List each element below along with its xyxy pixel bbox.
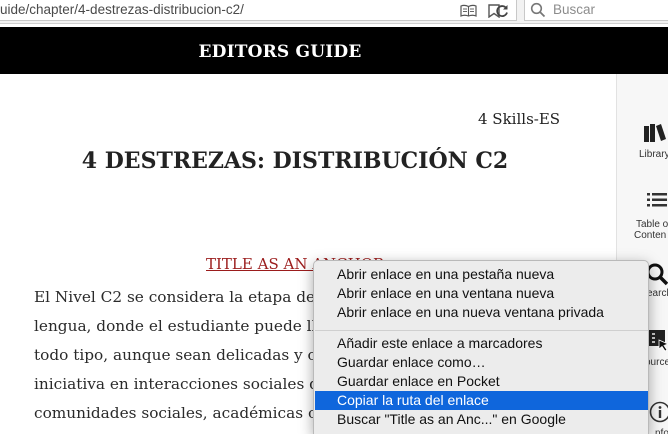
- sidebar-item-label: Library: [639, 149, 668, 160]
- search-bar[interactable]: Buscar: [524, 0, 668, 21]
- browser-toolbar: uide/chapter/4-destrezas-distribucion-c2…: [0, 0, 668, 24]
- reload-icon[interactable]: [493, 2, 511, 19]
- list-icon: [647, 192, 667, 211]
- paragraph-line: todo tipo, aunque sean delicadas y co: [34, 346, 326, 364]
- menu-item-open-in-new-window[interactable]: Abrir enlace en una ventana nueva: [315, 284, 648, 303]
- menu-item-open-in-private-window[interactable]: Abrir enlace en una nueva ventana privad…: [315, 303, 648, 322]
- sidebar-item-label: Conten: [634, 230, 667, 241]
- url-text[interactable]: uide/chapter/4-destrezas-distribucion-c2…: [0, 2, 244, 17]
- menu-item-bookmark-link[interactable]: Añadir este enlace a marcadores: [315, 334, 648, 353]
- library-icon: [643, 120, 667, 148]
- search-placeholder[interactable]: Buscar: [553, 2, 595, 17]
- sidebar-item-label: earch: [647, 288, 668, 299]
- info-icon: [649, 401, 668, 427]
- context-menu: Abrir enlace en una pestaña nueva Abrir …: [313, 260, 649, 434]
- sidebar-item-label: Table o: [636, 219, 668, 230]
- site-title[interactable]: EDITORS GUIDE: [0, 42, 560, 62]
- part-label: 4 Skills-ES: [478, 110, 561, 128]
- menu-separator: [315, 330, 648, 331]
- paragraph-line: comunidades sociales, académicas o: [34, 404, 318, 422]
- chapter-title: 4 DESTREZAS: DISTRIBUCIÓN C2: [81, 148, 509, 174]
- menu-item-search-google[interactable]: Buscar "Title as an Anc..." en Google: [315, 410, 648, 429]
- search-icon: [529, 1, 547, 18]
- sources-icon: [649, 330, 668, 356]
- site-header: EDITORS GUIDE: [0, 27, 668, 74]
- menu-item-copy-link-location[interactable]: Copiar la ruta del enlace: [315, 391, 648, 410]
- paragraph-line: El Nivel C2 se considera la etapa de m: [34, 288, 335, 306]
- menu-item-save-to-pocket[interactable]: Guardar enlace en Pocket: [315, 372, 648, 391]
- paragraph-line: iniciativa en interacciones sociales de: [34, 375, 329, 393]
- sidebar-item-label: nfo: [655, 428, 668, 434]
- menu-item-open-in-new-tab[interactable]: Abrir enlace en una pestaña nueva: [315, 265, 648, 284]
- paragraph-line: lengua, donde el estudiante puede lle: [34, 317, 326, 335]
- reader-view-icon[interactable]: [459, 2, 477, 19]
- url-bar[interactable]: uide/chapter/4-destrezas-distribucion-c2…: [0, 0, 517, 21]
- menu-item-save-link-as[interactable]: Guardar enlace como…: [315, 353, 648, 372]
